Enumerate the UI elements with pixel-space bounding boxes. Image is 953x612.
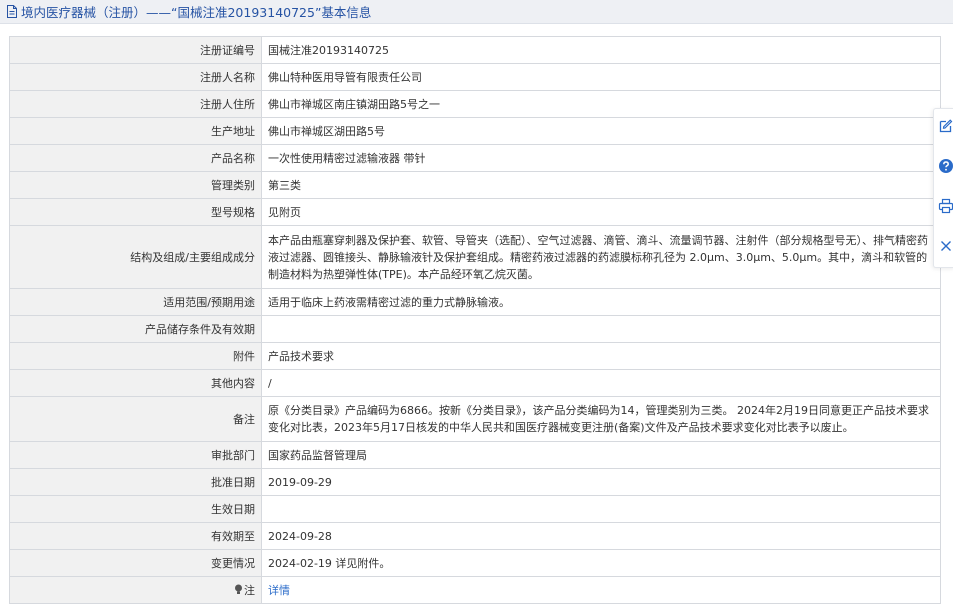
table-row: 批准日期 2019-09-29 bbox=[9, 468, 941, 496]
table-row: 注 详情 bbox=[9, 576, 941, 604]
field-value: 详情 bbox=[261, 576, 941, 604]
print-icon[interactable] bbox=[938, 198, 953, 214]
table-row: 型号规格 见附页 bbox=[9, 198, 941, 226]
lightbulb-icon bbox=[235, 584, 242, 594]
table-row: 备注 原《分类目录》产品编码为6866。按新《分类目录》，该产品分类编码为14，… bbox=[9, 396, 941, 442]
field-label: 有效期至 bbox=[9, 522, 262, 550]
note-label: 注 bbox=[244, 583, 255, 597]
table-row: 变更情况 2024-02-19 详见附件。 bbox=[9, 549, 941, 577]
field-value: 佛山特种医用导管有限责任公司 bbox=[261, 63, 941, 91]
field-label: 批准日期 bbox=[9, 468, 262, 496]
page-title: 境内医疗器械（注册）——“国械注准20193140725”基本信息 bbox=[21, 5, 372, 20]
field-value: 国械注准20193140725 bbox=[261, 36, 941, 64]
floating-toolbar bbox=[933, 108, 953, 268]
field-value: 原《分类目录》产品编码为6866。按新《分类目录》，该产品分类编码为14，管理类… bbox=[261, 396, 941, 442]
table-row: 注册人名称 佛山特种医用导管有限责任公司 bbox=[9, 63, 941, 91]
field-label: 注册人住所 bbox=[9, 90, 262, 118]
field-value: / bbox=[261, 369, 941, 397]
table-row: 注册证编号 国械注准20193140725 bbox=[9, 36, 941, 64]
page-header: 境内医疗器械（注册）——“国械注准20193140725”基本信息 bbox=[0, 0, 953, 24]
table-row: 附件 产品技术要求 bbox=[9, 342, 941, 370]
field-label: 适用范围/预期用途 bbox=[9, 288, 262, 316]
registration-detail-table: 注册证编号 国械注准20193140725 注册人名称 佛山特种医用导管有限责任… bbox=[9, 36, 941, 604]
document-icon bbox=[7, 5, 17, 18]
table-row: 管理类别 第三类 bbox=[9, 171, 941, 199]
field-label: 附件 bbox=[9, 342, 262, 370]
table-row: 其他内容 / bbox=[9, 369, 941, 397]
field-label: 生效日期 bbox=[9, 495, 262, 523]
field-value: 2024-02-19 详见附件。 bbox=[261, 549, 941, 577]
field-value bbox=[261, 495, 941, 523]
field-label: 产品名称 bbox=[9, 144, 262, 172]
field-label: 注册人名称 bbox=[9, 63, 262, 91]
details-link[interactable]: 详情 bbox=[268, 584, 290, 597]
table-row: 审批部门 国家药品监督管理局 bbox=[9, 441, 941, 469]
field-label: 变更情况 bbox=[9, 549, 262, 577]
field-label: 备注 bbox=[9, 396, 262, 442]
table-row: 产品名称 一次性使用精密过滤输液器 带针 bbox=[9, 144, 941, 172]
field-value: 适用于临床上药液需精密过滤的重力式静脉输液。 bbox=[261, 288, 941, 316]
table-row: 产品储存条件及有效期 bbox=[9, 315, 941, 343]
field-value: 产品技术要求 bbox=[261, 342, 941, 370]
help-icon[interactable] bbox=[938, 158, 953, 174]
field-label: 管理类别 bbox=[9, 171, 262, 199]
table-row: 生产地址 佛山市禅城区湖田路5号 bbox=[9, 117, 941, 145]
edit-icon[interactable] bbox=[938, 118, 953, 134]
field-value: 本产品由瓶塞穿刺器及保护套、软管、导管夹（选配）、空气过滤器、滴管、滴斗、流量调… bbox=[261, 225, 941, 289]
field-label: 产品储存条件及有效期 bbox=[9, 315, 262, 343]
field-label: 生产地址 bbox=[9, 117, 262, 145]
field-value: 一次性使用精密过滤输液器 带针 bbox=[261, 144, 941, 172]
field-label: 结构及组成/主要组成成分 bbox=[9, 225, 262, 289]
field-label: 型号规格 bbox=[9, 198, 262, 226]
field-value: 佛山市禅城区南庄镇湖田路5号之一 bbox=[261, 90, 941, 118]
field-label: 审批部门 bbox=[9, 441, 262, 469]
field-label: 注册证编号 bbox=[9, 36, 262, 64]
field-label: 其他内容 bbox=[9, 369, 262, 397]
table-row: 适用范围/预期用途 适用于临床上药液需精密过滤的重力式静脉输液。 bbox=[9, 288, 941, 316]
table-row: 生效日期 bbox=[9, 495, 941, 523]
field-label-note: 注 bbox=[9, 576, 262, 604]
field-value bbox=[261, 315, 941, 343]
field-value: 2019-09-29 bbox=[261, 468, 941, 496]
field-value: 国家药品监督管理局 bbox=[261, 441, 941, 469]
field-value: 见附页 bbox=[261, 198, 941, 226]
field-value: 2024-09-28 bbox=[261, 522, 941, 550]
table-row: 注册人住所 佛山市禅城区南庄镇湖田路5号之一 bbox=[9, 90, 941, 118]
field-value: 佛山市禅城区湖田路5号 bbox=[261, 117, 941, 145]
table-row: 有效期至 2024-09-28 bbox=[9, 522, 941, 550]
table-row: 结构及组成/主要组成成分 本产品由瓶塞穿刺器及保护套、软管、导管夹（选配）、空气… bbox=[9, 225, 941, 289]
field-value: 第三类 bbox=[261, 171, 941, 199]
close-icon[interactable] bbox=[938, 238, 953, 254]
